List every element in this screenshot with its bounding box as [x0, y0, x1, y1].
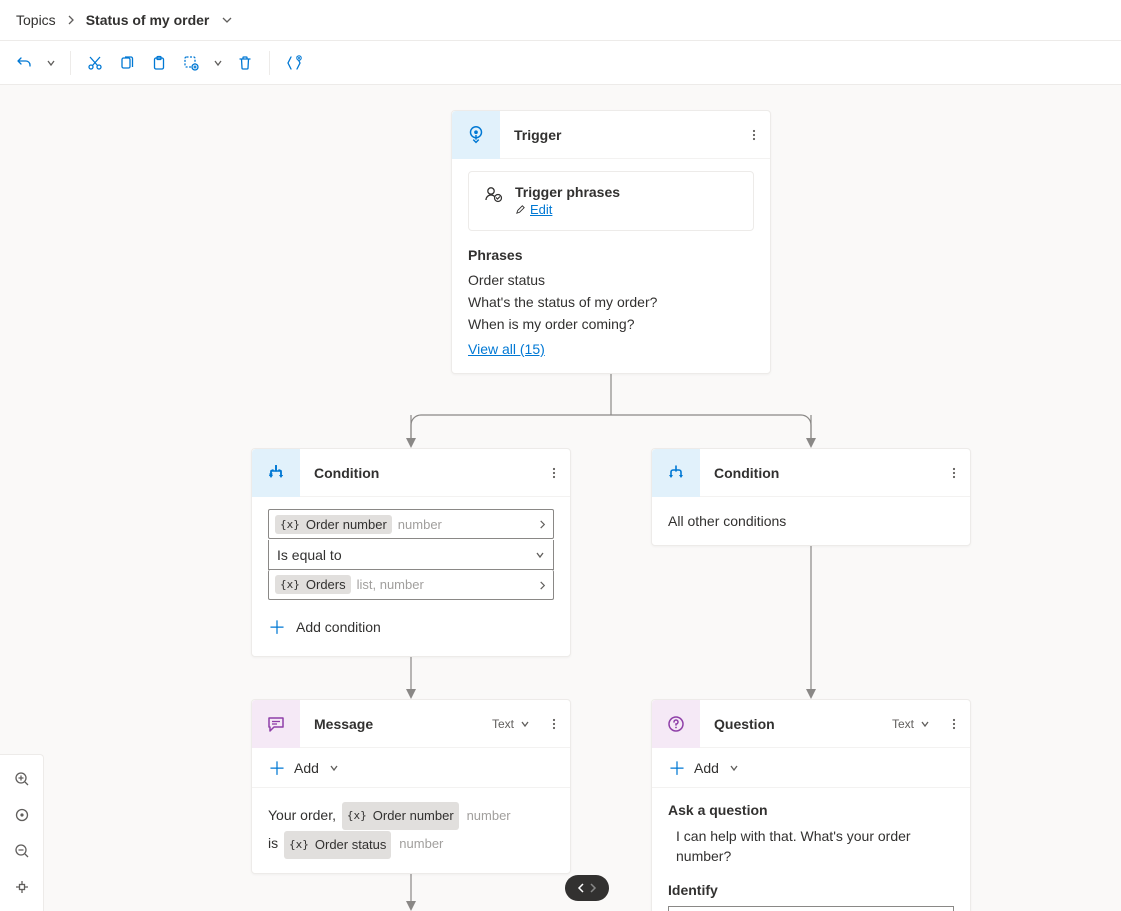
condition-variable-1[interactable]: {x}Order number number	[268, 509, 554, 539]
trigger-icon	[452, 111, 500, 159]
node-menu-button[interactable]	[738, 128, 770, 142]
chevron-right-icon	[588, 883, 598, 893]
paste-dropdown[interactable]	[209, 49, 227, 77]
condition-variable-2[interactable]: {x}Orders list, number	[268, 570, 554, 600]
condition-title: Condition	[300, 465, 538, 481]
plus-icon: ＋	[668, 755, 686, 781]
node-menu-button[interactable]	[938, 717, 970, 731]
trigger-phrases-icon	[483, 184, 503, 207]
authoring-canvas[interactable]: Trigger Trigger phrases Edit Phrases	[0, 85, 1121, 911]
undo-button[interactable]	[10, 49, 38, 77]
breadcrumb-dropdown[interactable]	[221, 14, 233, 26]
chevron-down-icon	[520, 719, 530, 729]
plus-icon: ＋	[268, 614, 286, 640]
condition-node-right[interactable]: Condition All other conditions	[651, 448, 971, 546]
message-title: Message	[300, 716, 492, 732]
trigger-phrases-title: Trigger phrases	[515, 184, 620, 200]
breadcrumb: Topics Status of my order	[0, 0, 1121, 41]
plus-icon: ＋	[268, 755, 286, 781]
branch-icon	[652, 449, 700, 497]
breadcrumb-topics[interactable]: Topics	[16, 12, 56, 28]
message-icon	[252, 700, 300, 748]
chevron-down-icon	[920, 719, 930, 729]
identify-input[interactable]	[668, 906, 954, 911]
question-icon	[652, 700, 700, 748]
message-node[interactable]: Message Text ＋ Add Your order, {x}Order …	[251, 699, 571, 874]
chevron-down-icon	[329, 760, 339, 776]
separator	[70, 51, 71, 75]
node-menu-button[interactable]	[538, 717, 570, 731]
message-add-button[interactable]: ＋ Add	[252, 748, 570, 788]
edit-link[interactable]: Edit	[515, 202, 552, 217]
identify-label: Identify	[668, 882, 954, 898]
toolbar	[0, 41, 1121, 85]
chevron-down-icon	[729, 760, 739, 776]
node-menu-button[interactable]	[538, 466, 570, 480]
ask-question-text[interactable]: I can help with that. What's your order …	[676, 826, 954, 866]
zoom-fit-button[interactable]	[0, 797, 43, 833]
undo-dropdown[interactable]	[42, 49, 60, 77]
chevron-left-icon	[576, 883, 586, 893]
question-type-selector[interactable]: Text	[892, 717, 930, 731]
variable-chip[interactable]: {x}Order status	[284, 831, 391, 859]
zoom-out-button[interactable]	[0, 833, 43, 869]
chevron-right-icon	[538, 516, 547, 532]
zoom-reset-button[interactable]	[0, 869, 43, 905]
breadcrumb-current: Status of my order	[86, 12, 210, 28]
chevron-right-icon	[66, 15, 76, 25]
zoom-panel	[0, 754, 44, 911]
pencil-icon	[515, 204, 526, 215]
node-menu-button[interactable]	[938, 466, 970, 480]
trigger-phrases-box[interactable]: Trigger phrases Edit	[468, 171, 754, 231]
zoom-in-button[interactable]	[0, 761, 43, 797]
question-node[interactable]: Question Text ＋ Add Ask a question I can…	[651, 699, 971, 911]
condition-title: Condition	[700, 465, 938, 481]
condition-operator[interactable]: Is equal to	[268, 540, 554, 570]
message-body[interactable]: Your order, {x}Order number number is {x…	[252, 788, 570, 873]
ask-question-label: Ask a question	[668, 802, 954, 818]
cut-button[interactable]	[81, 49, 109, 77]
phrases-label: Phrases	[468, 247, 754, 263]
separator	[269, 51, 270, 75]
question-add-button[interactable]: ＋ Add	[652, 748, 970, 788]
condition-node-left[interactable]: Condition {x}Order number number Is equa…	[251, 448, 571, 657]
phrase-item: When is my order coming?	[468, 313, 754, 335]
message-type-selector[interactable]: Text	[492, 717, 530, 731]
add-condition-button[interactable]: ＋ Add condition	[268, 614, 554, 640]
delete-button[interactable]	[231, 49, 259, 77]
view-all-link[interactable]: View all (15)	[468, 341, 545, 357]
question-title: Question	[700, 716, 892, 732]
variable-chip[interactable]: {x}Order number	[342, 802, 459, 830]
phrase-item: Order status	[468, 269, 754, 291]
variables-button[interactable]	[280, 49, 308, 77]
trigger-title: Trigger	[500, 127, 738, 143]
paste-special-button[interactable]	[177, 49, 205, 77]
branch-icon	[252, 449, 300, 497]
paste-button[interactable]	[145, 49, 173, 77]
message-variation-nav[interactable]	[565, 875, 609, 901]
phrase-item: What's the status of my order?	[468, 291, 754, 313]
chevron-down-icon	[535, 547, 545, 563]
chevron-right-icon	[538, 577, 547, 593]
trigger-node[interactable]: Trigger Trigger phrases Edit Phrases	[451, 110, 771, 374]
copy-button[interactable]	[113, 49, 141, 77]
condition-else-text: All other conditions	[652, 497, 970, 545]
